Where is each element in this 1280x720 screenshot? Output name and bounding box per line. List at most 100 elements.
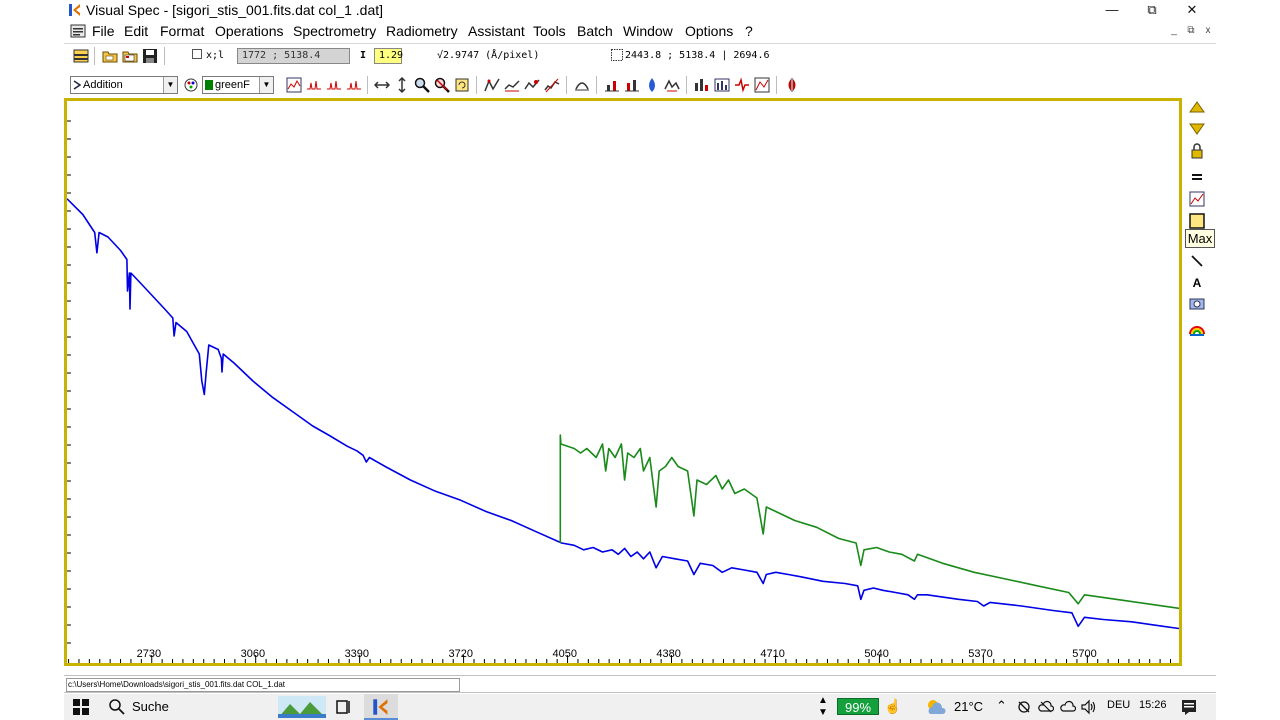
open-image-icon[interactable]	[122, 48, 138, 64]
clock[interactable]: 15:26	[1139, 699, 1167, 711]
onedrive-cloud-icon[interactable]	[1060, 699, 1076, 715]
language-indicator[interactable]: DEU	[1107, 699, 1130, 711]
intensity-field[interactable]: 1.29	[374, 48, 403, 64]
max-tooltip: Max	[1185, 229, 1215, 248]
line-tool-icon[interactable]	[1188, 252, 1206, 270]
unzoom-icon[interactable]	[434, 77, 450, 93]
visual-spec-app-icon	[69, 4, 80, 16]
windows-start-icon[interactable]	[72, 698, 90, 716]
profile-icon[interactable]	[734, 77, 750, 93]
chevron-down-icon[interactable]: ▼	[259, 77, 273, 93]
mdi-minimize-button[interactable]: _	[1166, 25, 1182, 39]
drop-icon[interactable]	[644, 77, 660, 93]
mdi-restore-button[interactable]: ⧉	[1183, 25, 1199, 39]
minimize-button[interactable]: —	[1092, 0, 1132, 20]
toolbar-separator	[94, 47, 95, 65]
graph-window-icon[interactable]	[754, 77, 770, 93]
menu-assistant[interactable]: Assistant	[468, 23, 525, 39]
toolbar-separator	[164, 47, 165, 65]
smooth-icon[interactable]	[524, 77, 540, 93]
close-button[interactable]: ✕	[1172, 0, 1212, 20]
line-id-2-icon[interactable]	[326, 77, 342, 93]
max-icon[interactable]	[1188, 212, 1206, 230]
toolbar-separator	[367, 76, 368, 94]
lock-icon[interactable]	[1188, 142, 1206, 160]
menu-format[interactable]: Format	[160, 23, 204, 39]
bars-icon[interactable]	[714, 77, 730, 93]
visual-spec-taskbar-button[interactable]	[364, 694, 398, 720]
rainbow-icon[interactable]	[1188, 320, 1206, 338]
xy-label: x;l	[206, 50, 225, 61]
menu-operations[interactable]: Operations	[215, 23, 283, 39]
split-icon[interactable]	[784, 77, 800, 93]
x-tick-label: 3720	[449, 648, 473, 660]
chevron-down-icon[interactable]: ▼	[163, 77, 177, 93]
line-id-3-icon[interactable]	[346, 77, 362, 93]
arrow-down-icon[interactable]	[1188, 118, 1206, 136]
status-bar: c:\Users\Home\Downloads\sigori_stis_001.…	[64, 675, 1216, 693]
hand-icon[interactable]: ☝	[884, 698, 901, 715]
no-cloud-icon[interactable]	[1038, 699, 1054, 715]
zoom-icon[interactable]	[414, 77, 430, 93]
menu-spectrometry[interactable]: Spectrometry	[293, 23, 376, 39]
spectrum-line-blue	[67, 198, 1179, 630]
battery-indicator[interactable]: 99%	[837, 698, 879, 715]
cursor-position-field: 1772 ; 5138.4	[237, 48, 350, 64]
zoom-y-icon[interactable]	[394, 77, 410, 93]
line-id-icon[interactable]	[306, 77, 322, 93]
save-icon[interactable]	[142, 48, 158, 64]
equals-icon[interactable]	[1188, 168, 1206, 186]
measure-2-icon[interactable]	[624, 77, 640, 93]
text-tool-icon[interactable]: A	[1188, 274, 1206, 292]
menu-options[interactable]: Options	[685, 23, 733, 39]
speaker-icon[interactable]	[1080, 699, 1098, 715]
window-title: Visual Spec - [sigori_stis_001.fits.dat …	[86, 2, 384, 18]
sync-icon[interactable]	[1016, 699, 1032, 715]
search-icon[interactable]	[108, 698, 126, 716]
temperature[interactable]: 21°C	[954, 699, 983, 714]
color-dropdown[interactable]: greenF ▼	[202, 76, 274, 94]
open-folder-icon[interactable]	[102, 48, 118, 64]
continuum-icon[interactable]	[484, 77, 500, 93]
database-icon[interactable]	[73, 48, 89, 64]
x-tick-label: 4710	[760, 648, 784, 660]
menu-file[interactable]: File	[92, 23, 115, 39]
arrow-up-icon[interactable]	[1188, 100, 1206, 118]
menu-edit[interactable]: Edit	[124, 23, 148, 39]
x-tick-label: 4050	[552, 648, 576, 660]
chevron-up-icon[interactable]: ⌃	[996, 698, 1007, 714]
notification-icon[interactable]	[1180, 698, 1198, 716]
task-view-icon[interactable]	[335, 698, 353, 716]
checkbox-icon[interactable]	[192, 49, 202, 59]
camera-icon[interactable]	[1188, 294, 1206, 312]
chart-icon[interactable]	[1188, 190, 1206, 208]
search-box[interactable]: Suche	[132, 699, 169, 714]
refresh-icon[interactable]	[454, 77, 470, 93]
x-tick-label: 3060	[241, 648, 265, 660]
palette-icon[interactable]	[183, 77, 199, 93]
weather-cloud-icon[interactable]	[924, 698, 948, 716]
measure-icon[interactable]	[604, 77, 620, 93]
menu-window[interactable]: Window	[623, 23, 673, 39]
calibration-icon[interactable]	[574, 77, 590, 93]
spectrum-list-icon[interactable]	[286, 77, 302, 93]
spectrum-tool-icon[interactable]	[664, 77, 680, 93]
menu-tools[interactable]: Tools	[533, 23, 566, 39]
spectrum-plot[interactable]: 2730 3060 3390 3720 4050 4380 4710 5040 5370 5700	[64, 98, 1182, 666]
landscape-widget-icon[interactable]	[278, 696, 326, 718]
menu-radiometry[interactable]: Radiometry	[386, 23, 458, 39]
histogram-icon[interactable]	[694, 77, 710, 93]
mdi-close-button[interactable]: x	[1200, 25, 1216, 39]
dispersion-readout: √2.9747 (Å/pixel)	[437, 50, 540, 61]
menu-help[interactable]: ?	[745, 23, 753, 39]
restore-button[interactable]: ⧉	[1132, 0, 1172, 20]
scroll-arrows-icon[interactable]: ▲ ▼	[818, 695, 828, 719]
baseline-icon[interactable]	[544, 77, 560, 93]
operation-dropdown[interactable]: Addition ▼	[70, 76, 178, 94]
operation-value: Addition	[83, 79, 123, 91]
spectrum-chart[interactable]: 2730 3060 3390 3720 4050 4380 4710 5040 5370 5700	[67, 101, 1179, 663]
zoom-x-icon[interactable]	[374, 77, 390, 93]
normalize-icon[interactable]	[504, 77, 520, 93]
document-icon[interactable]	[70, 24, 86, 38]
menu-batch[interactable]: Batch	[577, 23, 613, 39]
